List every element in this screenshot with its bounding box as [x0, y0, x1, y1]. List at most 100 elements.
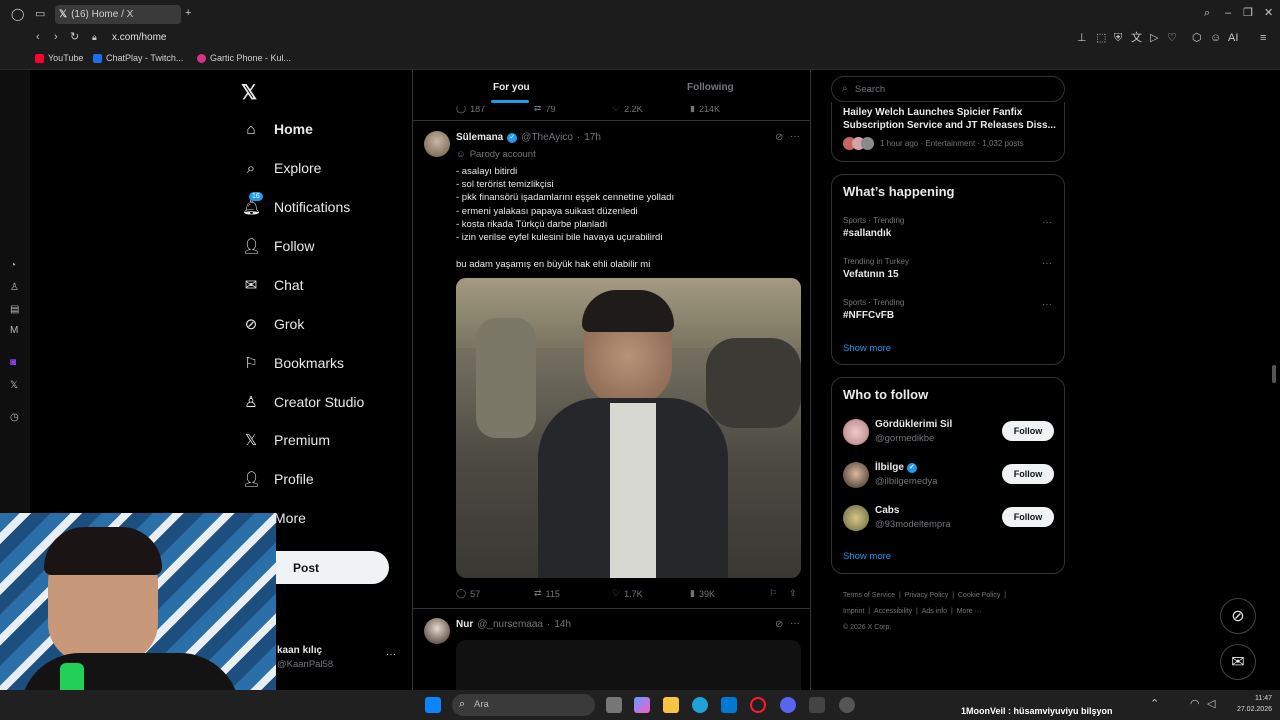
extensions-icon[interactable]: ⬡	[1192, 33, 1202, 44]
avatar[interactable]	[424, 131, 450, 157]
windows-start-icon[interactable]	[425, 697, 441, 713]
obs-icon[interactable]	[839, 697, 855, 713]
play-icon[interactable]: ▷	[1150, 33, 1158, 44]
author-name[interactable]: Nur	[456, 619, 473, 630]
forward-icon[interactable]: ›	[54, 32, 58, 43]
menu-icon[interactable]: ≡	[1260, 33, 1266, 44]
nav-creator-studio[interactable]: ♙ Creator Studio	[242, 389, 364, 415]
show-more-link[interactable]: Show more	[843, 343, 891, 354]
trend-name[interactable]: Vefatının 15	[843, 269, 899, 280]
footer-link[interactable]: Cookie Policy	[958, 592, 1000, 599]
maximize-icon[interactable]: ❐	[1243, 8, 1253, 19]
footer-link[interactable]: Ads info	[922, 608, 947, 615]
show-more-link[interactable]: Show more	[843, 551, 891, 562]
nav-profile[interactable]: 👤︎ Profile	[242, 466, 314, 492]
tweet-media[interactable]	[456, 640, 801, 690]
more-icon[interactable]: ···	[1042, 217, 1052, 228]
clock[interactable]: 11:47 27.02.2026	[1228, 693, 1272, 715]
close-window-icon[interactable]: ✕	[1264, 8, 1273, 19]
steam-icon[interactable]	[809, 697, 825, 713]
nav-chat[interactable]: ✉ Chat	[242, 272, 304, 298]
twitch-icon[interactable]: ◙	[10, 357, 16, 368]
pin-icon[interactable]: ⊥	[1077, 33, 1087, 44]
volume-icon[interactable]: ◁	[1207, 699, 1215, 710]
notes-icon[interactable]: ▤	[10, 304, 19, 315]
shield-icon[interactable]: ⛨	[1114, 33, 1122, 44]
heart-icon[interactable]: ♡	[1167, 33, 1177, 44]
trend-name[interactable]: #sallandık	[843, 228, 891, 239]
avatar[interactable]	[424, 618, 450, 644]
footer-link[interactable]: Accessibility	[874, 608, 912, 615]
opera-logo-icon[interactable]: ◯	[11, 8, 24, 20]
footer-link[interactable]: Terms of Service	[843, 592, 895, 599]
footer-link[interactable]: Imprint	[843, 608, 864, 615]
url-field[interactable]: x.com/home	[112, 32, 166, 43]
author-name[interactable]: Sülemana	[456, 132, 503, 143]
scrollbar-thumb[interactable]	[1272, 365, 1276, 383]
gmail-icon[interactable]: M	[10, 325, 18, 336]
copilot-icon[interactable]	[634, 697, 650, 713]
nav-grok[interactable]: ⊘ Grok	[242, 311, 305, 337]
messages-float-button[interactable]: ✉	[1220, 644, 1256, 680]
search-tabs-icon[interactable]: ⌕	[1204, 8, 1210, 19]
tweet-time[interactable]: 14h	[554, 619, 571, 630]
grok-icon[interactable]: ⊘	[775, 132, 783, 143]
more-icon[interactable]: ···	[790, 131, 800, 142]
news-card[interactable]: Hailey Welch Launches Spicier Fanfix Sub…	[831, 102, 1065, 162]
translate-icon[interactable]: 文	[1131, 33, 1142, 44]
bookmark-youtube[interactable]: YouTube	[35, 53, 83, 63]
x-logo-icon[interactable]: 𝕏	[241, 80, 257, 105]
author-handle[interactable]: @TheAyico	[521, 132, 573, 143]
bookmark-button[interactable]: ⚐	[769, 588, 777, 599]
suggested-user-name[interactable]: Gördüklerimi Sil	[875, 419, 952, 430]
nav-premium[interactable]: 𝕏 Premium	[242, 427, 330, 453]
nav-notifications[interactable]: 🔔︎ 16 Notifications	[242, 192, 350, 220]
search-input[interactable]: ⌕ Search	[831, 76, 1065, 102]
back-icon[interactable]: ‹	[36, 32, 40, 43]
new-tab-icon[interactable]: +	[185, 8, 191, 19]
nav-home[interactable]: ⌂ Home	[242, 116, 312, 142]
nav-follow[interactable]: 👤︎ Follow	[242, 233, 314, 259]
tab-for-you[interactable]: For you	[493, 82, 530, 93]
discord-icon[interactable]	[780, 697, 796, 713]
grok-float-button[interactable]: ⊘	[1220, 598, 1256, 634]
aria-icon[interactable]: ◔	[10, 260, 16, 271]
more-icon[interactable]: ···	[790, 618, 800, 629]
bookmark-gartic[interactable]: Gartic Phone - Kul...	[197, 53, 291, 63]
wifi-icon[interactable]: ◠	[1190, 699, 1200, 710]
nav-bookmarks[interactable]: ⚐ Bookmarks	[242, 350, 344, 376]
reply-count[interactable]: ◯ 57	[456, 588, 480, 599]
avatar[interactable]	[843, 505, 869, 531]
account-icon[interactable]: ☺	[1210, 33, 1221, 44]
trend-name[interactable]: #NFFCvFB	[843, 310, 894, 321]
tab-manager-icon[interactable]: ▭	[35, 9, 45, 20]
minimize-icon[interactable]: –	[1225, 8, 1231, 19]
opera-icon[interactable]	[750, 697, 766, 713]
suggested-user-name[interactable]: Cabs	[875, 505, 899, 516]
grok-icon[interactable]: ⊘	[775, 619, 783, 630]
tab-following[interactable]: Following	[687, 82, 734, 93]
x-sidebar-icon[interactable]: 𝕏	[10, 380, 18, 391]
browser-tab-x-home[interactable]: 𝕏 (16) Home / X	[55, 5, 181, 24]
chevron-up-icon[interactable]: ⌃	[1150, 699, 1159, 710]
avatar[interactable]	[843, 419, 869, 445]
snapshot-icon[interactable]: ⬚	[1096, 33, 1106, 44]
edge-icon[interactable]	[692, 697, 708, 713]
author-handle[interactable]: @_nursemaaa	[477, 619, 543, 630]
like-count[interactable]: ♡ 1.7K	[612, 588, 643, 599]
more-icon[interactable]: ···	[1042, 258, 1052, 269]
taskbar-search[interactable]: ⌕ Ara	[452, 694, 595, 716]
tweet-photo[interactable]	[456, 278, 801, 578]
tweet-time[interactable]: 17h	[584, 132, 601, 143]
more-icon[interactable]: ···	[1042, 299, 1052, 310]
ai-icon[interactable]: AI	[1228, 33, 1238, 44]
history-icon[interactable]: ◷	[10, 412, 19, 423]
footer-link[interactable]: Privacy Policy	[905, 592, 949, 599]
suggested-user-name[interactable]: İlbilge	[875, 462, 904, 473]
repost-count[interactable]: ⇄ 115	[534, 588, 560, 599]
robot-icon[interactable]: ♙	[10, 282, 19, 293]
reload-icon[interactable]: ↻	[70, 32, 79, 43]
avatar[interactable]	[843, 462, 869, 488]
more-icon[interactable]: ···	[386, 649, 396, 660]
nav-explore[interactable]: ⌕ Explore	[242, 155, 322, 181]
